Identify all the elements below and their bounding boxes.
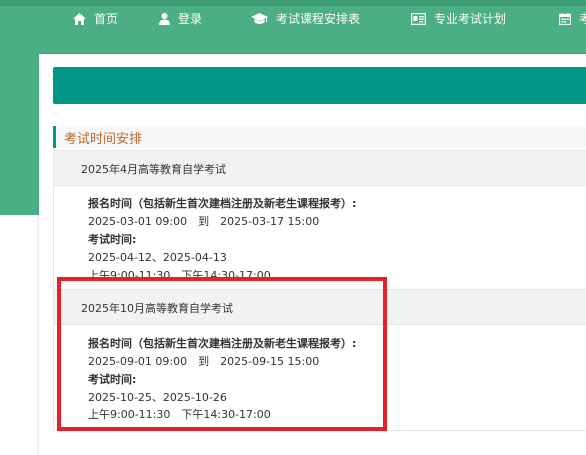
nav-item-login[interactable]: 登录 xyxy=(159,0,202,37)
nav-item-home[interactable]: 首页 xyxy=(73,0,118,37)
user-icon xyxy=(159,12,170,25)
exam-title: 2025年4月高等教育自学考试 xyxy=(81,163,226,176)
nav-item-label: 首页 xyxy=(94,12,119,26)
home-icon xyxy=(73,12,86,25)
calendar-icon xyxy=(559,12,571,25)
main-navbar xyxy=(53,67,586,104)
section-title: 考试时间安排 xyxy=(64,132,143,147)
registration-label: 报名时间（包括新生首次建档注册及新老生课程报考）: xyxy=(88,197,357,210)
exam-time-label: 考试时间: xyxy=(88,233,137,246)
nav-item-course-schedule[interactable]: 考试课程安排表 xyxy=(251,0,360,37)
nav-item-label: 登录 xyxy=(178,12,203,26)
graduation-cap-icon xyxy=(251,12,268,25)
nav-item-label: 考 xyxy=(579,12,586,26)
registration-range: 2025-03-01 09:00 到 2025-03-17 15:00 xyxy=(88,215,320,228)
nav-item-label: 考试课程安排表 xyxy=(276,12,361,26)
page: 首页 登录 考试课程安排表 专业考试计划 考 考试时间安排 2025年4月高等教… xyxy=(0,0,586,455)
nav-item-label: 专业考试计划 xyxy=(434,12,507,26)
nav-item-exam[interactable]: 考 xyxy=(559,0,586,37)
exam-dates: 2025-04-12、2025-04-13 xyxy=(88,251,227,264)
id-card-icon xyxy=(411,12,426,25)
exam-panel-april: 2025年4月高等教育自学考试 报名时间（包括新生首次建档注册及新老生课程报考）… xyxy=(53,150,586,292)
nav-item-major-plan[interactable]: 专业考试计划 xyxy=(411,0,506,37)
highlight-box xyxy=(57,277,387,431)
exam-panel-header: 2025年4月高等教育自学考试 xyxy=(54,151,586,186)
